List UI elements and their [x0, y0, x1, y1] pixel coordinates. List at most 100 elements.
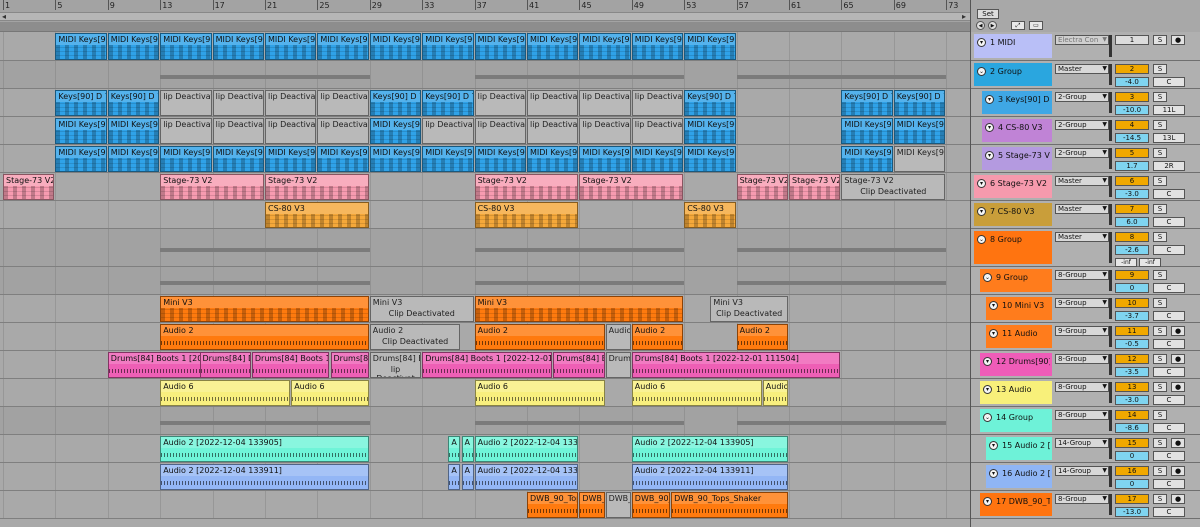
deactivated-clip[interactable]: Audio	[605, 324, 631, 350]
audio-clip[interactable]: Drums[84] B	[330, 352, 369, 378]
pan-field[interactable]: C	[1153, 77, 1185, 87]
midi-clip[interactable]: Stage-73 V2	[579, 174, 684, 200]
midi-clip[interactable]: MIDI Keys[90]	[893, 118, 946, 144]
audio-clip[interactable]: Audio 6	[160, 380, 291, 406]
solo-button[interactable]: S	[1153, 382, 1167, 392]
pan-field[interactable]: C	[1153, 479, 1185, 489]
midi-clip[interactable]: MIDI Keys[90]	[631, 33, 684, 60]
volume-field[interactable]: -2.6	[1115, 245, 1149, 255]
set-button[interactable]: Set	[977, 9, 999, 19]
arm-record-button[interactable]: ●	[1171, 35, 1185, 45]
audio-clip[interactable]: Audio 2 [2022-12-04 133911]	[631, 464, 788, 490]
solo-button[interactable]: S	[1153, 204, 1167, 214]
output-routing-select[interactable]: Master ▼	[1055, 64, 1109, 74]
midi-clip[interactable]: Keys[90] D 7M	[107, 90, 160, 116]
audio-clip[interactable]: A	[461, 464, 474, 490]
midi-clip[interactable]: MIDI Keys[90]	[684, 118, 736, 144]
pan-field[interactable]: C	[1153, 217, 1185, 227]
track-header[interactable]: ⌄ 8 Group Master ▼ 8 S -2.6 C -inf -inf	[971, 229, 1200, 267]
pan-field[interactable]: C	[1153, 507, 1185, 517]
track-title-bar[interactable]: ▾ 10 Mini V3	[986, 297, 1052, 320]
midi-clip[interactable]: MIDI Keys[90]	[107, 33, 160, 60]
track-header[interactable]: ▾ 16 Audio 2 [2 14-Group ▼ 16 S ● 0C	[971, 463, 1200, 491]
audio-clip[interactable]: Audio 2	[736, 324, 788, 350]
volume-field[interactable]: 0	[1115, 479, 1149, 489]
audio-clip[interactable]: A	[461, 436, 474, 462]
audio-clip[interactable]: Audio 2 [2022-12-04 133905]	[474, 436, 579, 462]
midi-clip[interactable]: Keys[90] D 7M	[369, 90, 422, 116]
midi-clip[interactable]: CS-80 V3	[265, 202, 369, 228]
track-header[interactable]: ▾ 10 Mini V3 9-Group ▼ 10 S -3.7 C	[971, 295, 1200, 323]
deactivated-clip[interactable]: lip Deactivated	[265, 90, 317, 116]
lock-icon[interactable]: ▭	[1029, 21, 1043, 30]
solo-button[interactable]: S	[1153, 438, 1167, 448]
track-fold-icon[interactable]: ▾	[985, 151, 994, 160]
midi-clip[interactable]: MIDI Keys[90]	[107, 146, 160, 172]
midi-clip[interactable]: MIDI Keys[90]	[527, 146, 579, 172]
audio-clip[interactable]: A	[448, 436, 461, 462]
volume-field[interactable]: -13.0	[1115, 507, 1149, 517]
deactivated-clip[interactable]: lip Deactivated	[527, 90, 579, 116]
output-routing-select[interactable]: 2-Group ▼	[1055, 92, 1109, 102]
track-header[interactable]: ▾ 17 DWB_90_To 8-Group ▼ 17 S ● -13.0 C	[971, 491, 1200, 519]
volume-field[interactable]: 6.0	[1115, 217, 1149, 227]
deactivated-clip[interactable]: Drums[84] Bo lip Deactivat	[369, 352, 422, 378]
midi-clip[interactable]: Keys[90] D 7M	[684, 90, 736, 116]
arm-record-button[interactable]: ●	[1171, 438, 1185, 448]
track-header[interactable]: ▾ 13 Audio 8-Group ▼ 13 S ● -3.0 C	[971, 379, 1200, 407]
midi-clip[interactable]: MIDI Keys[90]	[684, 33, 736, 60]
solo-button[interactable]: S	[1153, 298, 1167, 308]
ruler-right-arrow-icon[interactable]: ▸	[962, 12, 966, 21]
track-title-bar[interactable]: ▾ 1 MIDI	[974, 34, 1052, 58]
deactivated-clip[interactable]: lip Deactivated	[317, 90, 369, 116]
track-title-bar[interactable]: ⌄ 2 Group	[974, 63, 1052, 86]
midi-clip[interactable]: MIDI Keys[90]	[55, 118, 107, 144]
audio-clip[interactable]: DWB_90_Top	[631, 492, 671, 518]
audio-clip[interactable]: Audio 6	[291, 380, 369, 406]
track-fold-icon[interactable]: ▾	[977, 38, 986, 47]
track-activator-button[interactable]: 6	[1115, 176, 1149, 186]
group-fold-icon[interactable]: ⌄	[977, 67, 986, 76]
audio-clip[interactable]: Audio 2 [2022-12-04 133911]	[160, 464, 369, 490]
deactivated-clip[interactable]: Mini V3 Clip Deactivated	[710, 296, 788, 322]
track-activator-button[interactable]: 3	[1115, 92, 1149, 102]
track-title-bar[interactable]: ▾ 6 Stage-73 V2	[974, 175, 1052, 198]
midi-clip[interactable]: MIDI Keys[90]	[55, 146, 107, 172]
track-title-bar[interactable]: ▾ 13 Audio	[980, 381, 1052, 404]
deactivated-clip[interactable]: lip Deactivated	[631, 118, 684, 144]
audio-clip[interactable]: Audio 2	[474, 324, 605, 350]
track-activator-button[interactable]: 1	[1115, 35, 1149, 45]
output-routing-select[interactable]: Master ▼	[1055, 176, 1109, 186]
pan-field[interactable]: C	[1153, 339, 1185, 349]
midi-clip[interactable]: MIDI Keys[90]	[369, 146, 422, 172]
deactivated-clip[interactable]: Audio 2 Clip Deactivated	[369, 324, 461, 350]
track-fold-icon[interactable]: ▾	[985, 123, 994, 132]
track-title-bar[interactable]: ▾ 15 Audio 2 [2	[986, 437, 1052, 460]
track-title-bar[interactable]: ▾ 7 CS-80 V3	[974, 203, 1052, 226]
output-routing-select[interactable]: Master ▼	[1055, 232, 1109, 242]
track-activator-button[interactable]: 4	[1115, 120, 1149, 130]
audio-clip[interactable]: A	[448, 464, 461, 490]
audio-clip[interactable]: DWB_90_Tops_Shaker	[671, 492, 788, 518]
midi-clip[interactable]: CS-80 V3	[474, 202, 579, 228]
midi-clip[interactable]: MIDI Keys[90]	[160, 33, 212, 60]
group-fold-icon[interactable]: ⌄	[977, 235, 986, 244]
output-routing-select[interactable]: 2-Group ▼	[1055, 148, 1109, 158]
track-header[interactable]: ⌄ 2 Group Master ▼ 2 S -4.0 C	[971, 61, 1200, 89]
track-header[interactable]: ▾ 12 Drums[90] 8-Group ▼ 12 S ● -3.5 C	[971, 351, 1200, 379]
volume-field[interactable]: -8.6	[1115, 423, 1149, 433]
track-fold-icon[interactable]: ▾	[983, 357, 992, 366]
track-fold-icon[interactable]: ▾	[977, 207, 986, 216]
output-routing-select[interactable]: 8-Group ▼	[1055, 494, 1109, 504]
solo-button[interactable]: S	[1153, 64, 1167, 74]
deactivated-clip[interactable]: Drums	[605, 352, 631, 378]
solo-button[interactable]: S	[1153, 466, 1167, 476]
audio-clip[interactable]: Drums[84] Boots 1 [2022-12-01 Dr	[422, 352, 553, 378]
volume-field[interactable]: -3.0	[1115, 189, 1149, 199]
deactivated-clip[interactable]: lip Deactivated	[579, 118, 631, 144]
track-title-bar[interactable]: ⌄ 8 Group	[974, 231, 1052, 264]
track-fold-icon[interactable]: ▾	[989, 329, 998, 338]
pan-field[interactable]: C	[1153, 311, 1185, 321]
arm-record-button[interactable]: ●	[1171, 354, 1185, 364]
track-header[interactable]: ⌄ 9 Group 8-Group ▼ 9 S 0 C	[971, 267, 1200, 295]
